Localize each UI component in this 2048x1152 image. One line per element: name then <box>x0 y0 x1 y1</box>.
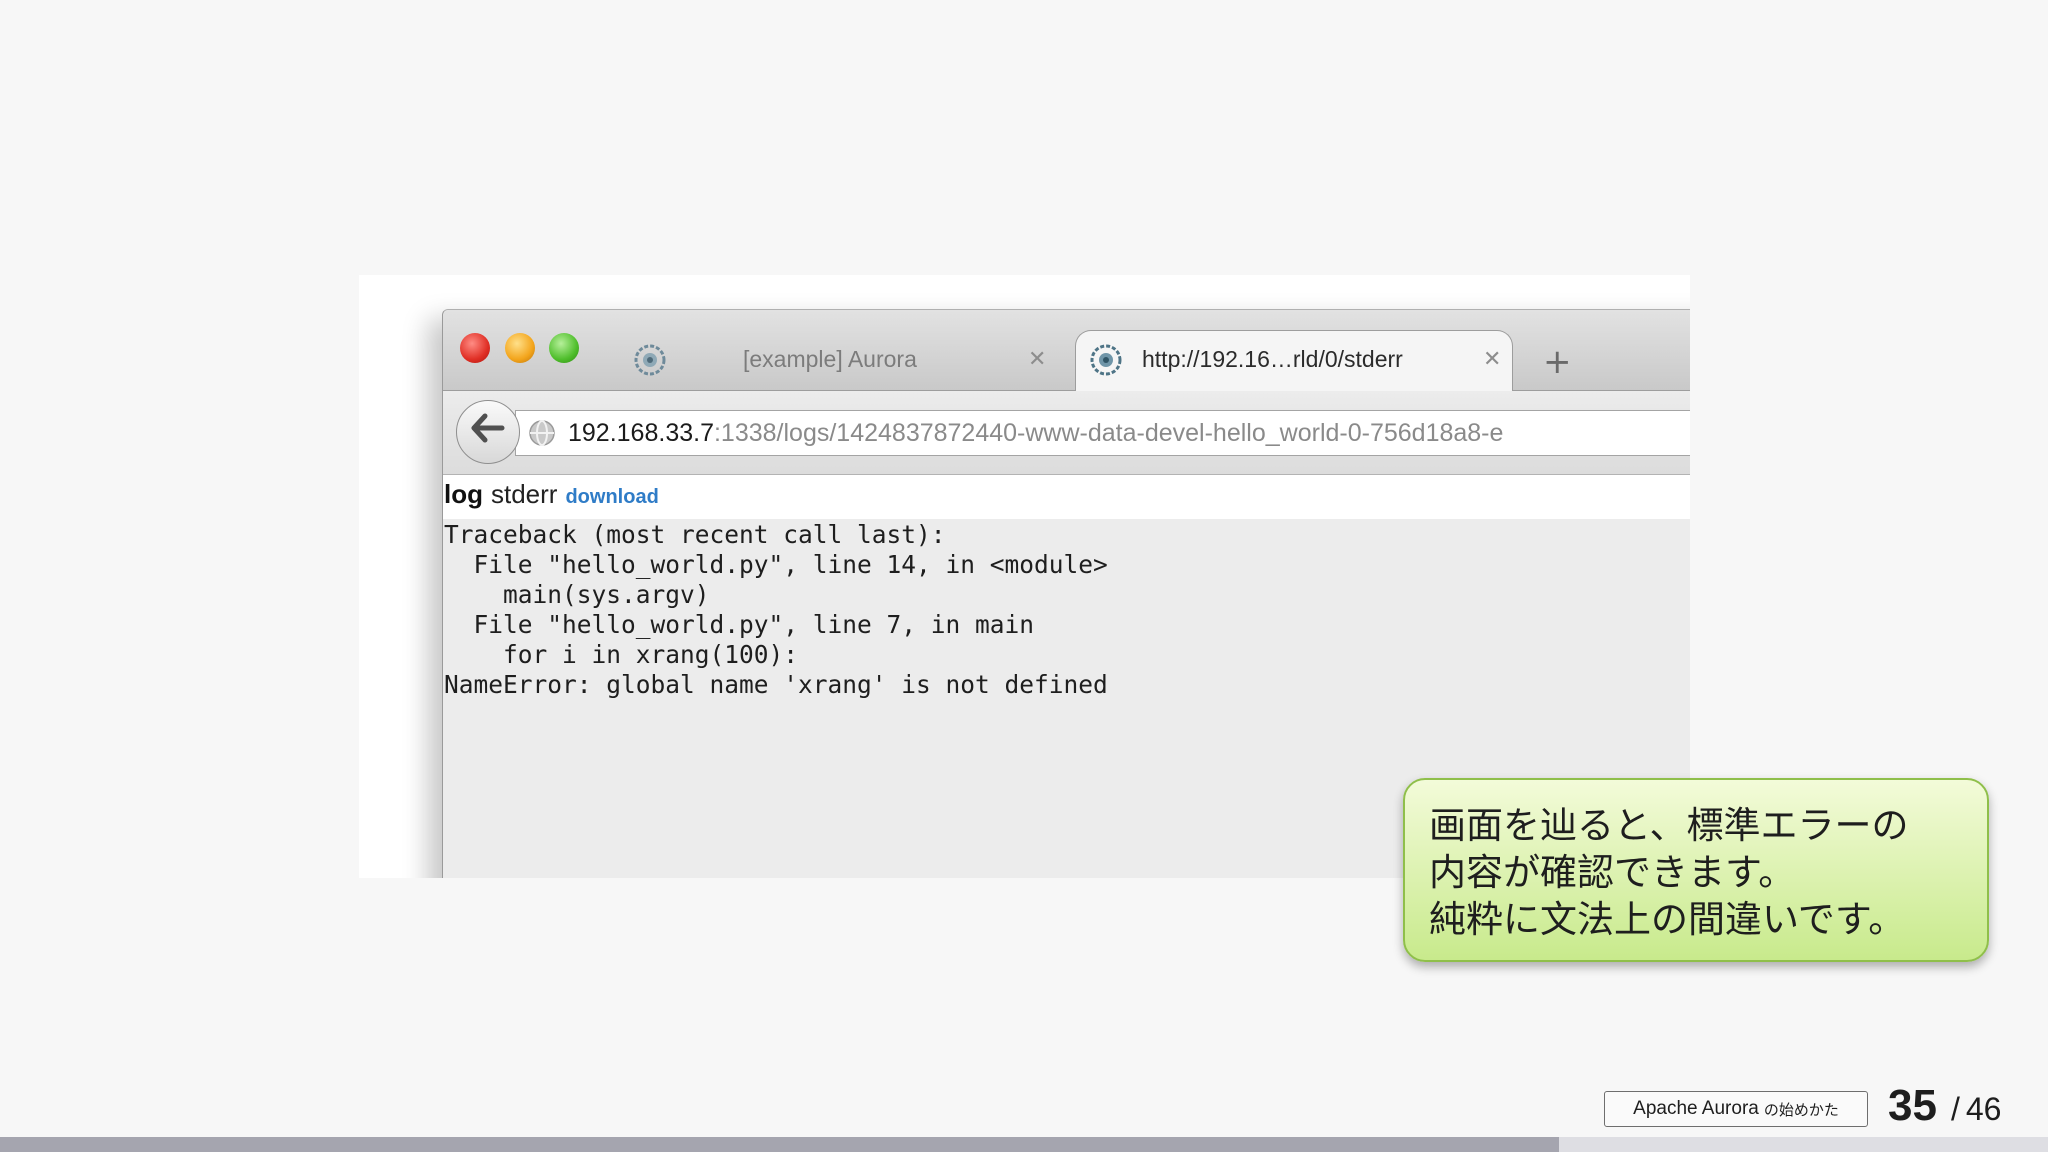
navigation-bar: 192.168.33.7:1338/logs/1424837872440-www… <box>443 391 1690 475</box>
url-path: :1338/logs/1424837872440-www-data-devel-… <box>713 418 1504 447</box>
address-bar[interactable]: 192.168.33.7:1338/logs/1424837872440-www… <box>515 410 1690 456</box>
tab-close-icon[interactable]: ✕ <box>1028 346 1046 372</box>
log-line: File "hello_world.py", line 7, in main <box>444 610 1035 639</box>
download-link[interactable]: download <box>565 486 658 509</box>
url-host: 192.168.33.7 <box>568 418 714 447</box>
callout-note: 画面を辿ると、標準エラーの 内容が確認できます。 純粋に文法上の間違いです。 <box>1403 778 1989 962</box>
back-arrow-icon <box>471 412 505 452</box>
new-tab-plus-icon[interactable]: + <box>1543 345 1572 379</box>
log-line: NameError: global name 'xrang' is not de… <box>444 670 1108 699</box>
globe-icon <box>529 420 555 446</box>
back-button[interactable] <box>456 400 520 464</box>
log-stream-name: stderr <box>491 479 558 509</box>
tab-stderr[interactable]: http://192.16…rld/0/stderr ✕ <box>1075 330 1513 391</box>
slide-progress-bar <box>0 1137 2048 1152</box>
tab-example-aurora[interactable]: [example] Aurora ✕ <box>633 330 1048 390</box>
page-total: 46 <box>1965 1091 2002 1127</box>
tab-title: [example] Aurora <box>743 346 917 372</box>
log-header: log stderr download <box>443 475 1690 519</box>
tab-close-icon[interactable]: ✕ <box>1483 346 1501 372</box>
log-title: log <box>444 479 483 509</box>
log-line: for i in xrang(100): <box>444 640 799 669</box>
page-number: 35 /46 <box>1888 1081 2001 1131</box>
callout-line: 純粋に文法上の間違いです。 <box>1429 898 1906 941</box>
slide-progress-fill <box>0 1137 1559 1152</box>
tab-bar: [example] Aurora ✕ http://192.16…rld/0/s… <box>443 310 1690 391</box>
callout-line: 内容が確認できます。 <box>1429 851 1796 894</box>
log-line: Traceback (most recent call last): <box>444 520 946 549</box>
aurora-favicon-icon <box>1090 344 1122 376</box>
page-separator: / <box>1950 1091 1960 1127</box>
window-maximize-button[interactable] <box>549 333 579 363</box>
log-line: File "hello_world.py", line 14, in <modu… <box>444 550 1108 579</box>
callout-line: 画面を辿ると、標準エラーの <box>1429 804 1909 847</box>
window-minimize-button[interactable] <box>505 333 535 363</box>
page-current: 35 <box>1888 1081 1937 1130</box>
presentation-title-badge: Apache Aurora の始めかた <box>1604 1091 1868 1127</box>
badge-title: Apache Aurora <box>1633 1098 1759 1119</box>
badge-subtitle: の始めかた <box>1763 1100 1839 1119</box>
window-close-button[interactable] <box>460 333 490 363</box>
log-line: main(sys.argv) <box>444 580 710 609</box>
aurora-favicon-icon <box>634 344 666 376</box>
tab-title: http://192.16…rld/0/stderr <box>1142 346 1403 372</box>
